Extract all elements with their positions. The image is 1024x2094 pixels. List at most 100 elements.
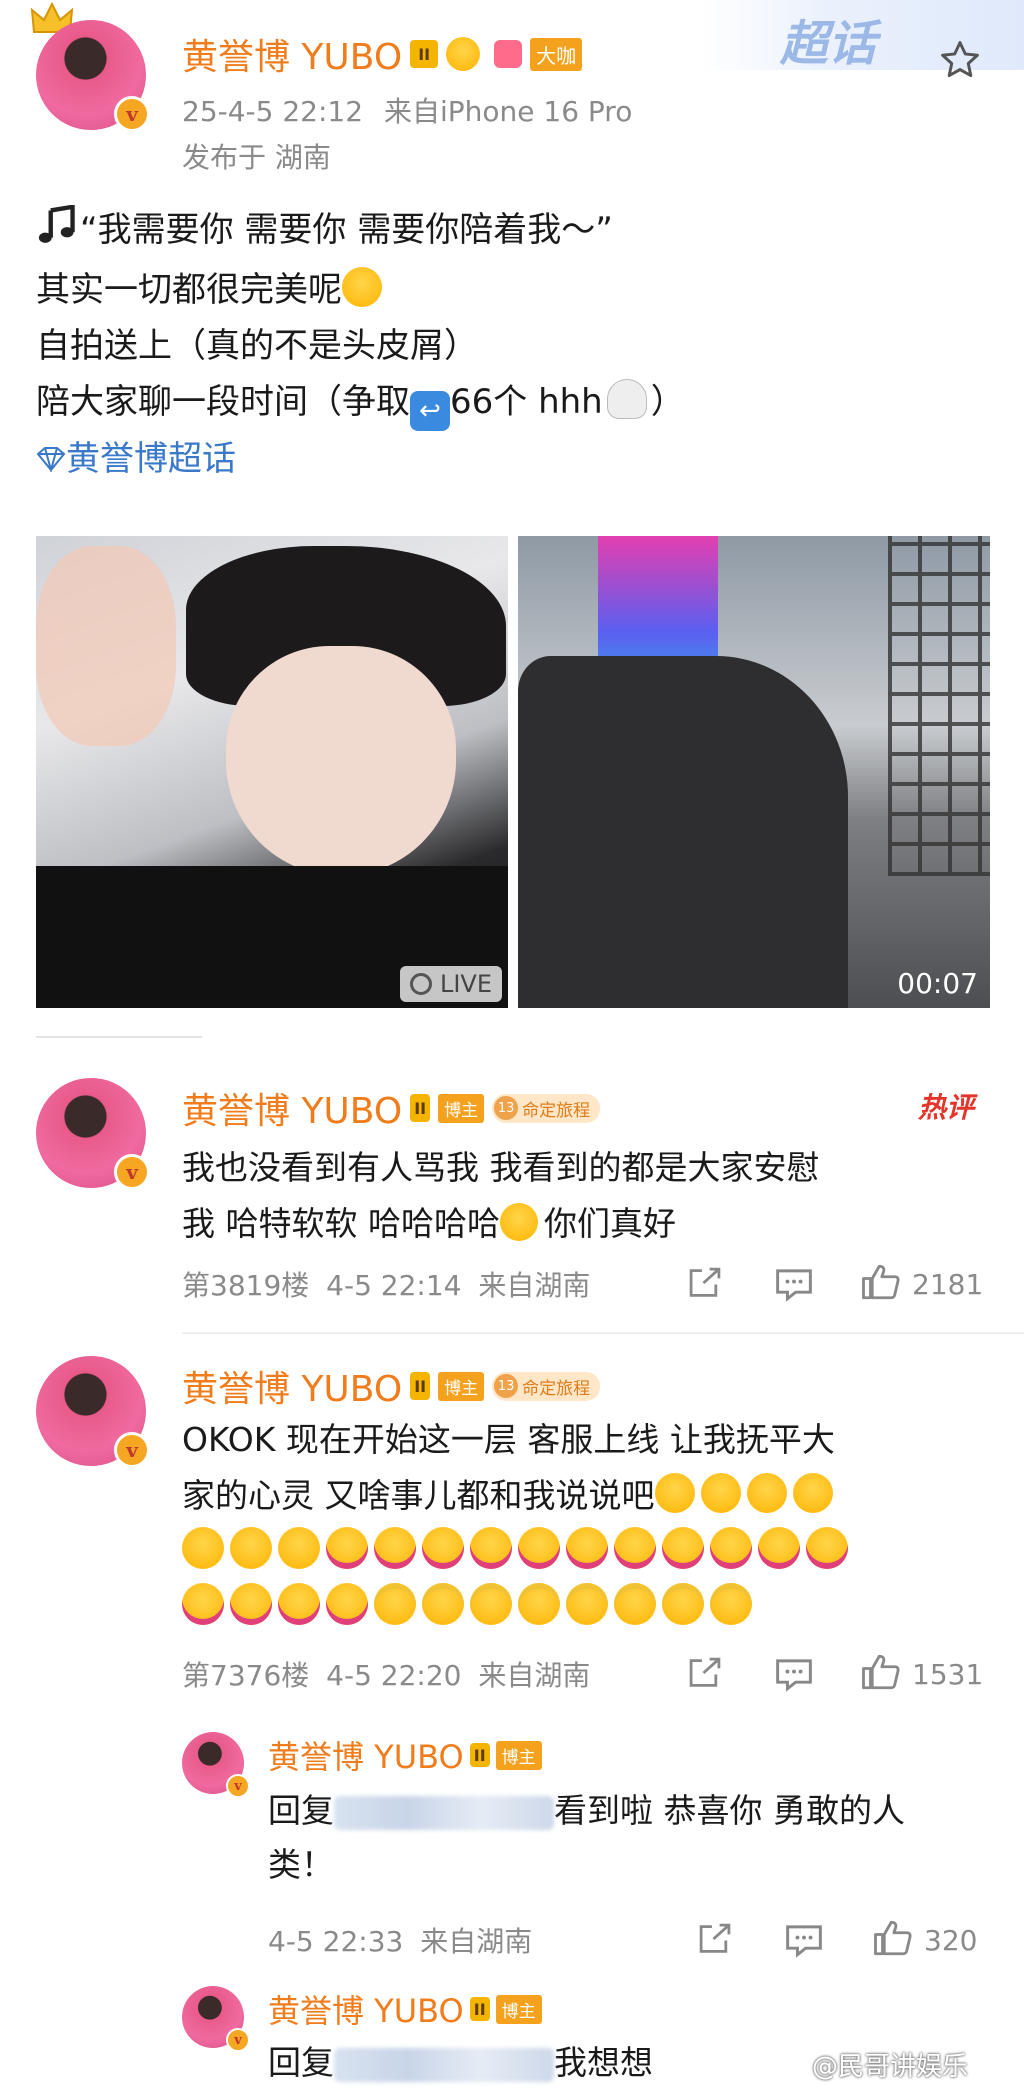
partying-face-icon bbox=[470, 1527, 512, 1569]
post-meta: 25-4-5 22:12 来自iPhone 16 Pro bbox=[182, 90, 632, 130]
topic-link[interactable]: 黄誉博超话 bbox=[36, 431, 996, 489]
emoji-row-1 bbox=[182, 1524, 1002, 1580]
like-button[interactable]: 1531 bbox=[860, 1652, 983, 1696]
post-username[interactable]: 黄誉博 YUBO bbox=[182, 28, 402, 80]
supertopic-label: 超话 bbox=[780, 16, 877, 72]
like-count: 2181 bbox=[912, 1267, 984, 1301]
post-source: 来自iPhone 16 Pro bbox=[383, 95, 633, 128]
like-count: 1531 bbox=[912, 1657, 984, 1691]
blogger-badge: 博主 bbox=[495, 1740, 542, 1770]
like-button[interactable]: 320 bbox=[872, 1918, 977, 1962]
comment-icon[interactable] bbox=[774, 1656, 814, 1696]
star-struck-icon bbox=[614, 1583, 656, 1625]
comment-text: OKOK 现在开始这一层 客服上线 让我抚平大 家的心灵 又啥事儿都和我说说吧 bbox=[182, 1412, 1002, 1636]
partying-face-icon bbox=[326, 1583, 368, 1625]
pleading-face-icon bbox=[342, 267, 382, 307]
redacted-username bbox=[334, 2047, 554, 2082]
partying-face-icon bbox=[566, 1527, 608, 1569]
divider bbox=[36, 1036, 202, 1038]
post-body: “我需要你 需要你 需要你陪着我～” 其实一切都很完美呢 自拍送上（真的不是头皮… bbox=[36, 202, 996, 489]
comment-meta: 第7376楼 4-5 22:20 来自湖南 bbox=[182, 1659, 591, 1692]
video-duration: 00:07 bbox=[897, 967, 978, 1000]
winking-tongue-icon bbox=[182, 1527, 224, 1569]
star-struck-icon bbox=[662, 1583, 704, 1625]
level-crown-badge: II bbox=[410, 1372, 431, 1400]
post-video[interactable]: 00:07 bbox=[518, 536, 990, 1008]
comment-icon[interactable] bbox=[784, 1922, 824, 1962]
star-struck-icon bbox=[710, 1583, 752, 1625]
share-icon[interactable] bbox=[686, 1266, 724, 1304]
comment-meta: 第3819楼 4-5 22:14 来自湖南 bbox=[182, 1269, 591, 1302]
verified-badge-icon: v bbox=[226, 1774, 250, 1798]
redacted-username bbox=[334, 1795, 554, 1830]
post-line-3: 自拍送上（真的不是头皮屑） bbox=[36, 326, 478, 366]
verified-badge-icon: v bbox=[114, 1432, 150, 1468]
gift-level-icon bbox=[494, 40, 523, 68]
comment-avatar[interactable]: v bbox=[36, 1078, 150, 1190]
star-struck-icon bbox=[566, 1583, 608, 1625]
reply-text: 回复 看到啦 恭喜你 勇敢的人 类！ bbox=[268, 1791, 905, 1884]
like-count: 320 bbox=[924, 1923, 978, 1957]
partying-face-icon bbox=[806, 1527, 848, 1569]
like-button[interactable]: 2181 bbox=[860, 1262, 983, 1306]
winking-tongue-icon bbox=[654, 1473, 695, 1513]
winking-tongue-icon bbox=[792, 1473, 833, 1513]
partying-face-icon bbox=[662, 1527, 704, 1569]
post-avatar[interactable]: v bbox=[36, 20, 150, 132]
winking-tongue-icon bbox=[230, 1527, 272, 1569]
blogger-badge: 博主 bbox=[438, 1093, 485, 1123]
comment-avatar[interactable]: v bbox=[36, 1356, 150, 1468]
post-line-2: 其实一切都很完美呢 bbox=[36, 262, 996, 318]
winking-tongue-icon bbox=[499, 1203, 538, 1241]
comment-text: 我也没看到有人骂我 我看到的都是大家安慰 我 哈特软软 哈哈哈哈 你们真好 bbox=[182, 1148, 820, 1243]
partying-face-icon bbox=[614, 1527, 656, 1569]
reply-author-row: 黄誉博 YUBO II 博主 bbox=[268, 1986, 542, 2032]
comment-author-row: 黄誉博 YUBO II 博主 13 命定旅程 bbox=[182, 1360, 601, 1412]
comment-username[interactable]: 黄誉博 YUBO bbox=[182, 1360, 402, 1412]
star-outline-icon[interactable] bbox=[938, 38, 982, 86]
star-struck-icon bbox=[422, 1583, 464, 1625]
watermark: @民哥讲娱乐 bbox=[812, 2052, 969, 2082]
share-icon[interactable] bbox=[696, 1922, 734, 1960]
partying-face-icon bbox=[182, 1583, 224, 1625]
partying-face-icon bbox=[374, 1527, 416, 1569]
share-icon[interactable] bbox=[686, 1656, 724, 1694]
hot-comment-label: 热评 bbox=[918, 1091, 975, 1124]
live-badge: LIVE bbox=[399, 966, 502, 1002]
winking-tongue-icon bbox=[278, 1527, 320, 1569]
post-line-4: 陪大家聊一段时间（争取 ↩ 66个 hhh） bbox=[36, 374, 996, 431]
partying-face-icon bbox=[518, 1527, 560, 1569]
comment-icon[interactable] bbox=[774, 1266, 814, 1306]
post-author-row: 黄誉博 YUBO II 大咖 bbox=[182, 28, 583, 80]
emoji-row-2 bbox=[182, 1580, 1002, 1636]
comment-author-row: 黄誉博 YUBO II 博主 13 命定旅程 bbox=[182, 1082, 601, 1134]
comment-username[interactable]: 黄誉博 YUBO bbox=[182, 1082, 402, 1134]
verified-badge-icon: v bbox=[114, 96, 150, 132]
live-icon bbox=[409, 973, 432, 995]
post-photo-live[interactable]: LIVE bbox=[36, 536, 508, 1008]
reply-meta: 4-5 22:33 来自湖南 bbox=[268, 1925, 533, 1958]
journey-badge: 13 命定旅程 bbox=[492, 1093, 601, 1123]
reply-text: 回复 我想想 bbox=[268, 2043, 653, 2082]
verified-badge-icon: v bbox=[226, 2028, 250, 2052]
reply-avatar[interactable]: v bbox=[182, 1986, 250, 2052]
partying-face-icon bbox=[326, 1527, 368, 1569]
journey-badge: 13 命定旅程 bbox=[492, 1371, 601, 1401]
reply-username[interactable]: 黄誉博 YUBO bbox=[268, 1986, 464, 2032]
reply-username[interactable]: 黄誉博 YUBO bbox=[268, 1732, 464, 1778]
blogger-badge: 博主 bbox=[438, 1371, 485, 1401]
level-crown-badge: II bbox=[410, 1094, 431, 1122]
winking-tongue-icon bbox=[746, 1473, 787, 1513]
winking-tongue-icon bbox=[700, 1473, 741, 1513]
ghost-icon bbox=[606, 379, 647, 419]
star-struck-icon bbox=[518, 1583, 560, 1625]
diamond-icon bbox=[36, 433, 66, 489]
post-timestamp: 25-4-5 22:12 bbox=[182, 95, 364, 128]
thumbs-up-icon bbox=[860, 1652, 902, 1696]
reply-avatar[interactable]: v bbox=[182, 1732, 250, 1798]
music-note-icon bbox=[36, 204, 80, 262]
level-crown-badge: II bbox=[469, 1997, 490, 2021]
partying-face-icon bbox=[710, 1527, 752, 1569]
partying-face-icon bbox=[422, 1527, 464, 1569]
partying-face-icon bbox=[278, 1583, 320, 1625]
